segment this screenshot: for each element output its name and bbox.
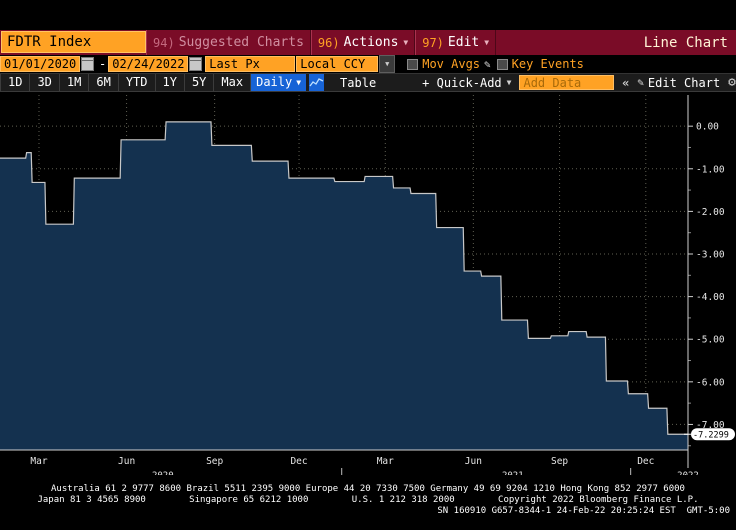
svg-text:Sep: Sep [206, 456, 223, 467]
mov-avgs-toggle[interactable]: Mov Avgs ✎ [407, 57, 491, 71]
menu-item-suggested-charts[interactable]: 94) Suggested Charts [146, 30, 311, 55]
frequency-value: Daily [256, 75, 293, 89]
pencil-icon[interactable]: ✎ [484, 58, 491, 71]
svg-text:0.00: 0.00 [696, 122, 719, 133]
currency-select[interactable]: Local CCY [296, 56, 379, 72]
menu-label: Suggested Charts [178, 35, 304, 50]
price-field-input[interactable]: Last Px [205, 56, 296, 72]
frequency-select[interactable]: Daily ▼ [251, 74, 307, 91]
svg-text:Dec: Dec [290, 456, 307, 467]
period-button-max[interactable]: Max [214, 74, 252, 91]
mov-avgs-label: Mov Avgs [422, 57, 481, 71]
footer-line-1: Australia 61 2 9777 8600 Brazil 5511 239… [51, 484, 685, 494]
period-button-1m[interactable]: 1M [60, 74, 90, 91]
start-date-input[interactable]: 01/01/2020 [0, 56, 80, 72]
currency-dropdown-button[interactable]: ▼ [379, 55, 396, 73]
period-button-1y[interactable]: 1Y [156, 74, 185, 91]
start-date-value: 01/01/2020 [4, 57, 77, 71]
end-date-value: 02/24/2022 [112, 57, 185, 71]
gear-icon[interactable]: ⚙ [728, 75, 736, 90]
menu-label: Edit [447, 35, 480, 50]
menu-number: 94) [153, 35, 175, 50]
add-data-placeholder: Add Data [523, 76, 582, 90]
period-button-5y[interactable]: 5Y [185, 74, 215, 91]
chevron-down-icon: ▼ [506, 78, 512, 87]
svg-text:2021: 2021 [502, 471, 524, 475]
svg-text:Mar: Mar [377, 456, 394, 467]
edit-chart-button[interactable]: ✎ Edit Chart [637, 76, 720, 90]
svg-text:Jun: Jun [118, 456, 135, 467]
svg-text:Mar: Mar [30, 456, 47, 467]
svg-text:-2.00: -2.00 [696, 207, 725, 218]
menu-item-edit[interactable]: 97) Edit ▼ [415, 30, 497, 55]
svg-text:-7.2299: -7.2299 [693, 431, 729, 441]
ticker-input[interactable]: FDTR Index [1, 31, 146, 53]
date-range-separator: - [99, 57, 107, 71]
checkbox-icon[interactable] [496, 58, 508, 70]
table-view-button[interactable]: Table [330, 76, 386, 90]
chevron-down-icon: ▼ [484, 38, 490, 47]
menu-bar: FDTR Index 94) Suggested Charts 96) Acti… [0, 30, 736, 55]
collapse-panel-button[interactable]: « [622, 76, 629, 90]
svg-text:Sep: Sep [551, 456, 568, 467]
edit-chart-label: Edit Chart [647, 75, 721, 90]
svg-text:-5.00: -5.00 [696, 335, 725, 346]
svg-text:Dec: Dec [637, 456, 654, 467]
period-button-ytd[interactable]: YTD [119, 74, 156, 91]
field-row: 01/01/2020 - 02/24/2022 Last Px Local CC… [0, 55, 736, 73]
svg-text:-1.00: -1.00 [696, 164, 725, 175]
period-button-3d[interactable]: 3D [30, 74, 60, 91]
add-data-input[interactable]: Add Data [519, 75, 615, 90]
chevron-down-icon: ▼ [385, 60, 390, 68]
calendar-icon-end[interactable] [189, 57, 203, 71]
svg-text:2020: 2020 [152, 471, 174, 475]
key-events-toggle[interactable]: Key Events [496, 57, 584, 71]
svg-text:-6.00: -6.00 [696, 377, 725, 388]
footer-line-3: SN 160910 G657-8344-1 24-Feb-22 20:25:24… [437, 506, 730, 516]
chevron-down-icon: ▼ [403, 38, 409, 47]
period-button-6m[interactable]: 6M [89, 74, 119, 91]
end-date-input[interactable]: 02/24/2022 [108, 56, 189, 72]
title-strip [0, 0, 736, 30]
line-chart-icon [309, 78, 324, 87]
ticker-label: FDTR Index [7, 34, 92, 50]
footer-line-2: Japan 81 3 4565 8900 Singapore 65 6212 1… [37, 495, 699, 505]
menu-item-actions[interactable]: 96) Actions ▼ [310, 30, 416, 55]
footer: Australia 61 2 9777 8600 Brazil 5511 239… [0, 484, 736, 517]
chart-canvas[interactable]: 0.00 -1.00 -2.00 -3.00 -4.00 -5.00 -6.00 -7.00 … [0, 95, 736, 475]
checkbox-icon[interactable] [407, 58, 419, 70]
price-field-value: Last Px [209, 57, 260, 71]
menu-number: 97) [422, 35, 444, 50]
menu-spacer [496, 30, 644, 55]
quick-add-label: + Quick-Add [422, 75, 502, 90]
svg-text:-4.00: -4.00 [696, 292, 725, 303]
menu-number: 96) [317, 35, 340, 50]
key-events-label: Key Events [511, 57, 584, 71]
quick-add-button[interactable]: + Quick-Add ▼ [422, 76, 511, 90]
currency-value: Local CCY [300, 57, 366, 71]
pencil-icon: ✎ [637, 76, 644, 89]
menu-label: Actions [343, 35, 399, 50]
period-button-1d[interactable]: 1D [0, 74, 31, 91]
chart-type-label: Line Chart [643, 34, 728, 51]
svg-text:Jun: Jun [465, 456, 482, 467]
toolbar: 1D 3D 1M 6M YTD 1Y 5Y Max Daily ▼ Table … [0, 73, 736, 92]
line-chart-plot: 0.00-1.00-2.00-3.00-4.00-5.00-6.00-7.00 … [0, 95, 736, 475]
chevron-down-icon: ▼ [296, 78, 302, 87]
svg-text:2022: 2022 [677, 471, 699, 475]
calendar-icon-start[interactable] [81, 57, 94, 71]
svg-text:-3.00: -3.00 [696, 250, 725, 261]
chart-style-button[interactable] [309, 74, 325, 91]
